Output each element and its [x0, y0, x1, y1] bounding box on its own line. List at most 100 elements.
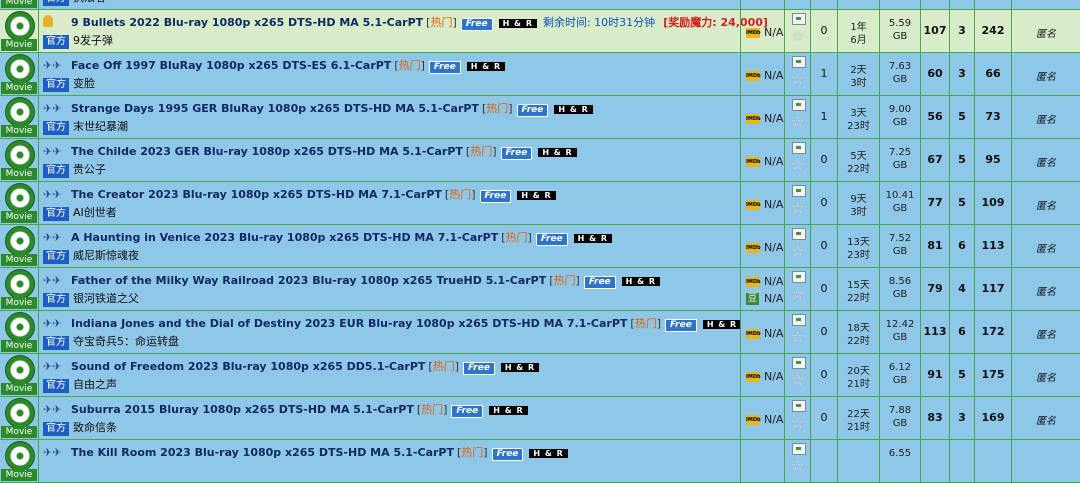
torrent-subtitle: 威尼斯惊魂夜: [73, 249, 139, 262]
seeders-count[interactable]: 77: [921, 196, 949, 209]
completed-count[interactable]: 95: [975, 153, 1011, 166]
download-icon[interactable]: [792, 142, 806, 154]
hot-tag: [热门]: [428, 360, 459, 373]
comments-count[interactable]: 1: [811, 110, 837, 123]
free-badge: Free: [451, 405, 484, 418]
torrent-title-link[interactable]: Strange Days 1995 GER BluRay 1080p x265 …: [71, 102, 479, 115]
movie-category-icon[interactable]: Movie: [1, 54, 37, 94]
download-icon[interactable]: [792, 99, 806, 111]
leechers-count[interactable]: 6: [950, 325, 974, 338]
leechers-count[interactable]: 5: [950, 196, 974, 209]
added-time-2: 3时: [850, 207, 867, 218]
bookmark-star-icon[interactable]: ☆: [791, 0, 804, 2]
promo-flags-icon: ✈✈: [43, 102, 62, 115]
seeders-count[interactable]: 81: [921, 239, 949, 252]
leechers-count[interactable]: 3: [950, 24, 974, 37]
torrent-title-link[interactable]: Sound of Freedom 2023 Blu-ray 1080p x265…: [71, 360, 425, 373]
movie-category-icon[interactable]: Movie: [1, 0, 37, 8]
torrent-title-link[interactable]: The Creator 2023 Blu-ray 1080p x265 DTS-…: [71, 188, 442, 201]
comments-count[interactable]: 0: [811, 325, 837, 338]
comments-count[interactable]: 0: [811, 282, 837, 295]
bookmark-star-icon[interactable]: ☆: [791, 156, 804, 174]
comments-count[interactable]: 1: [811, 67, 837, 80]
leechers-count[interactable]: 6: [950, 239, 974, 252]
bookmark-star-icon[interactable]: ☆: [791, 328, 804, 346]
completed-count[interactable]: 66: [975, 67, 1011, 80]
torrent-title-link[interactable]: The Kill Room 2023 Blu-ray 1080p x265 DT…: [71, 446, 454, 459]
leechers-count[interactable]: 3: [950, 411, 974, 424]
torrent-title-link[interactable]: Face Off 1997 BluRay 1080p x265 DTS-ES 6…: [71, 59, 391, 72]
bookmark-star-icon[interactable]: ☆: [791, 457, 804, 475]
movie-category-icon[interactable]: Movie: [1, 398, 37, 438]
torrent-title-link[interactable]: The Childe 2023 GER Blu-ray 1080p x265 D…: [71, 145, 463, 158]
download-icon[interactable]: [792, 228, 806, 240]
bookmark-star-icon[interactable]: ☆: [791, 27, 804, 45]
download-icon[interactable]: [792, 314, 806, 326]
seeders-count[interactable]: 91: [921, 368, 949, 381]
download-icon[interactable]: [792, 400, 806, 412]
comments-count[interactable]: 0: [811, 239, 837, 252]
comments-count[interactable]: 0: [811, 24, 837, 37]
completed-count[interactable]: 113: [975, 239, 1011, 252]
torrent-row: Movie ✈✈ A Haunting in Venice 2023 Blu-ray…: [0, 225, 1080, 268]
movie-category-icon[interactable]: Movie: [1, 441, 37, 481]
download-icon[interactable]: [792, 443, 806, 455]
bookmark-star-icon[interactable]: ☆: [791, 113, 804, 131]
completed-count[interactable]: 172: [975, 325, 1011, 338]
seeders-count[interactable]: 107: [921, 24, 949, 37]
torrent-row: Movie ✈✈ Face Off 1997 BluRay 1080p x265 D…: [0, 53, 1080, 96]
torrent-title-link[interactable]: Father of the Milky Way Railroad 2023 Bl…: [71, 274, 546, 287]
download-icon[interactable]: [792, 13, 806, 25]
hot-tag: [热门]: [416, 403, 448, 416]
seeders-count[interactable]: 60: [921, 67, 949, 80]
torrent-title-link[interactable]: Indiana Jones and the Dial of Destiny 20…: [71, 317, 627, 330]
bookmark-star-icon[interactable]: ☆: [791, 242, 804, 260]
torrent-title-link[interactable]: A Haunting in Venice 2023 Blu-ray 1080p …: [71, 231, 498, 244]
seeders-count[interactable]: 113: [921, 325, 949, 338]
official-badge: 官方: [43, 0, 69, 6]
leechers-count[interactable]: 5: [950, 368, 974, 381]
completed-count[interactable]: 117: [975, 282, 1011, 295]
promo-flags-icon: ✈✈: [43, 403, 62, 416]
movie-category-icon[interactable]: Movie: [1, 269, 37, 309]
hr-badge: H & R: [621, 277, 661, 286]
comments-count[interactable]: 0: [811, 368, 837, 381]
torrent-title-link[interactable]: Suburra 2015 Bluray 1080p x265 DTS-HD MA…: [71, 403, 414, 416]
seeders-count[interactable]: 67: [921, 153, 949, 166]
completed-count[interactable]: 242: [975, 24, 1011, 37]
bookmark-star-icon[interactable]: ☆: [791, 414, 804, 432]
leechers-count[interactable]: 5: [950, 153, 974, 166]
movie-category-icon[interactable]: Movie: [1, 312, 37, 352]
completed-count[interactable]: 73: [975, 110, 1011, 123]
bookmark-star-icon[interactable]: ☆: [791, 70, 804, 88]
download-icon[interactable]: [792, 357, 806, 369]
movie-category-icon[interactable]: Movie: [1, 11, 37, 51]
download-icon[interactable]: [792, 271, 806, 283]
completed-count[interactable]: 169: [975, 411, 1011, 424]
comments-count[interactable]: 0: [811, 153, 837, 166]
torrent-title-link[interactable]: 9 Bullets 2022 Blu-ray 1080p x265 DTS-HD…: [71, 16, 423, 29]
seeders-count[interactable]: 56: [921, 110, 949, 123]
leechers-count[interactable]: 3: [950, 67, 974, 80]
movie-category-icon[interactable]: Movie: [1, 140, 37, 180]
seeders-count[interactable]: 83: [921, 411, 949, 424]
comments-count[interactable]: 0: [811, 411, 837, 424]
leechers-count[interactable]: 5: [950, 110, 974, 123]
completed-count[interactable]: 109: [975, 196, 1011, 209]
bookmark-star-icon[interactable]: ☆: [791, 285, 804, 303]
comments-count[interactable]: 0: [811, 196, 837, 209]
movie-category-icon[interactable]: Movie: [1, 97, 37, 137]
movie-category-icon[interactable]: Movie: [1, 226, 37, 266]
download-icon[interactable]: [792, 185, 806, 197]
bookmark-star-icon[interactable]: ☆: [791, 199, 804, 217]
bookmark-star-icon[interactable]: ☆: [791, 371, 804, 389]
movie-category-icon[interactable]: Movie: [1, 355, 37, 395]
leechers-count[interactable]: 4: [950, 282, 974, 295]
completed-count[interactable]: 175: [975, 368, 1011, 381]
added-time-2: 21时: [847, 379, 870, 390]
promo-flags-icon: ✈✈: [43, 317, 62, 330]
seeders-count[interactable]: 79: [921, 282, 949, 295]
download-icon[interactable]: [792, 56, 806, 68]
promo-flags-icon: ✈✈: [43, 59, 62, 72]
movie-category-icon[interactable]: Movie: [1, 183, 37, 223]
